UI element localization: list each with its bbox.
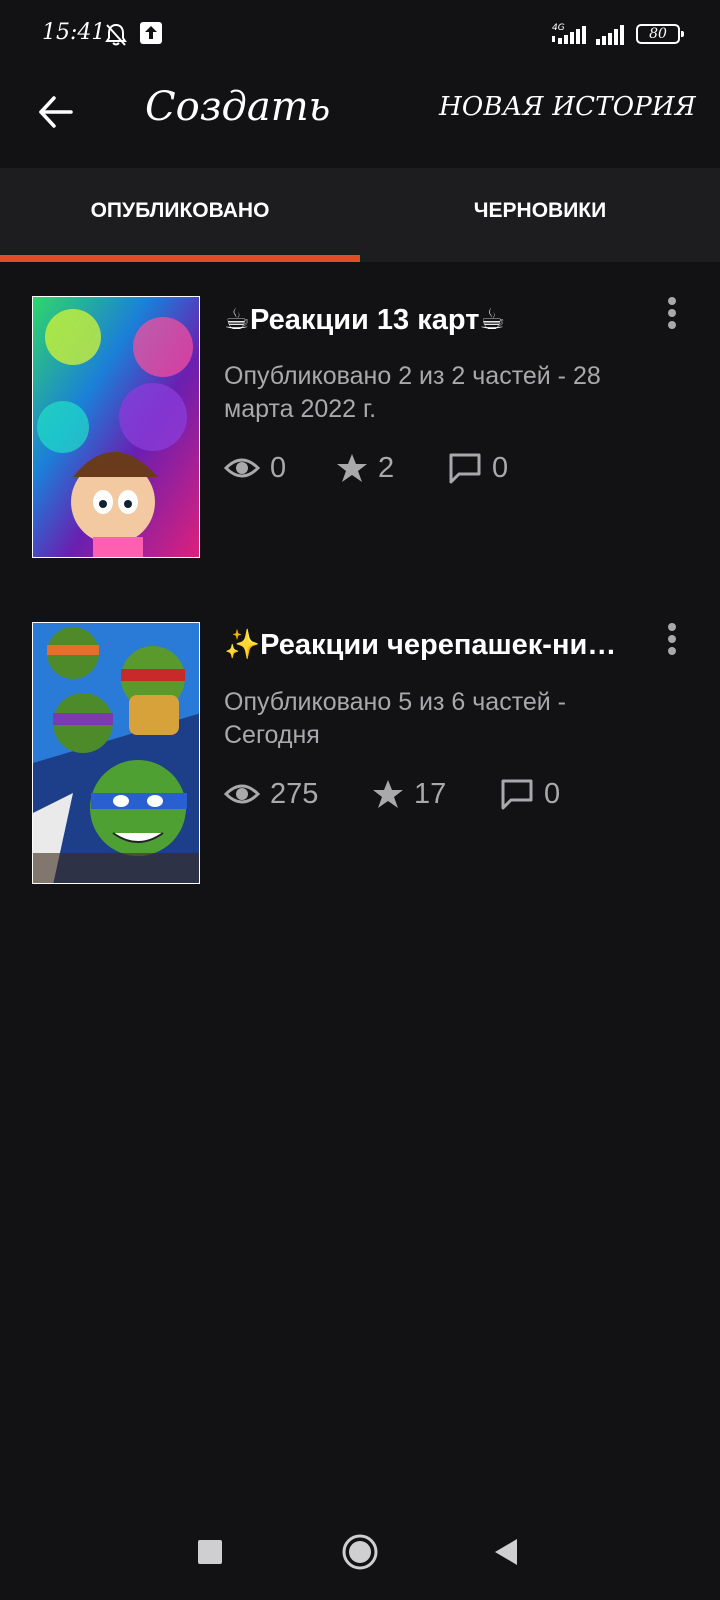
more-vertical-icon (668, 297, 676, 329)
tab-label: ОПУБЛИКОВАНО (90, 199, 270, 222)
app-bar: Создать НОВАЯ ИСТОРИЯ (0, 64, 720, 168)
home-button[interactable] (330, 1512, 390, 1592)
story-meta: Опубликовано 2 из 2 частей - 28 марта 20… (224, 362, 601, 423)
status-time: 15:41 (42, 20, 106, 45)
votes-stat: 17 (372, 778, 500, 811)
status-bar: 15:41 4G 80 (0, 0, 720, 64)
recents-button[interactable] (180, 1512, 240, 1592)
story-stats: 0 2 0 (224, 448, 508, 488)
views-stat: 0 (224, 452, 336, 485)
comments-count: 0 (544, 777, 561, 810)
tab-published[interactable]: ОПУБЛИКОВАНО (0, 168, 360, 262)
star-icon (337, 454, 367, 482)
comments-stat: 0 (448, 452, 508, 485)
views-stat: 275 (224, 778, 372, 811)
votes-count: 2 (378, 451, 395, 484)
story-cover-image[interactable] (32, 296, 200, 558)
story-stats: 275 17 0 (224, 774, 560, 814)
story-title[interactable]: ✨Реакции черепашек-ни… (224, 628, 644, 662)
new-story-button[interactable]: НОВАЯ ИСТОРИЯ (439, 92, 696, 122)
svg-text:4G: 4G (552, 23, 565, 33)
eye-icon (224, 784, 260, 804)
comments-count: 0 (492, 451, 509, 484)
votes-stat: 2 (336, 452, 448, 485)
tab-selected-indicator (0, 255, 360, 262)
bell-off-icon (104, 22, 128, 53)
comment-icon (501, 779, 533, 810)
more-options-button[interactable] (650, 622, 694, 662)
tab-label: ЧЕРНОВИКИ (473, 199, 607, 222)
story-title[interactable]: ☕Реакции 13 карт☕ (224, 302, 644, 337)
battery-icon: 80 (636, 24, 684, 44)
arrow-left-icon (39, 96, 73, 128)
more-options-button[interactable] (650, 296, 694, 336)
views-count: 275 (270, 777, 319, 810)
votes-count: 17 (414, 777, 447, 810)
more-vertical-icon (668, 623, 676, 655)
eye-icon (224, 458, 260, 478)
signal-4g-icon: 4G (550, 22, 590, 51)
star-icon (373, 780, 403, 808)
system-nav-bar (0, 1512, 720, 1600)
back-triangle-icon (495, 1539, 517, 1565)
story-item[interactable]: ✨Реакции черепашек-ни… Опубликовано 5 из… (0, 622, 720, 887)
signal-icon (596, 24, 626, 51)
comment-icon (449, 453, 481, 484)
story-item[interactable]: ☕Реакции 13 карт☕ Опубликовано 2 из 2 ча… (0, 296, 720, 561)
upload-notification-icon (140, 22, 162, 49)
system-back-button[interactable] (476, 1512, 536, 1592)
home-circle-icon (342, 1534, 378, 1570)
story-meta: Опубликовано 5 из 6 частей - Сегодня (224, 688, 567, 749)
comments-stat: 0 (500, 778, 560, 811)
tab-bar: ОПУБЛИКОВАНО ЧЕРНОВИКИ (0, 168, 720, 262)
page-title: Создать (145, 84, 331, 130)
story-cover-image[interactable] (32, 622, 200, 884)
back-button[interactable] (30, 86, 82, 138)
recents-square-icon (198, 1540, 222, 1564)
views-count: 0 (270, 451, 287, 484)
tab-drafts[interactable]: ЧЕРНОВИКИ (360, 168, 720, 262)
